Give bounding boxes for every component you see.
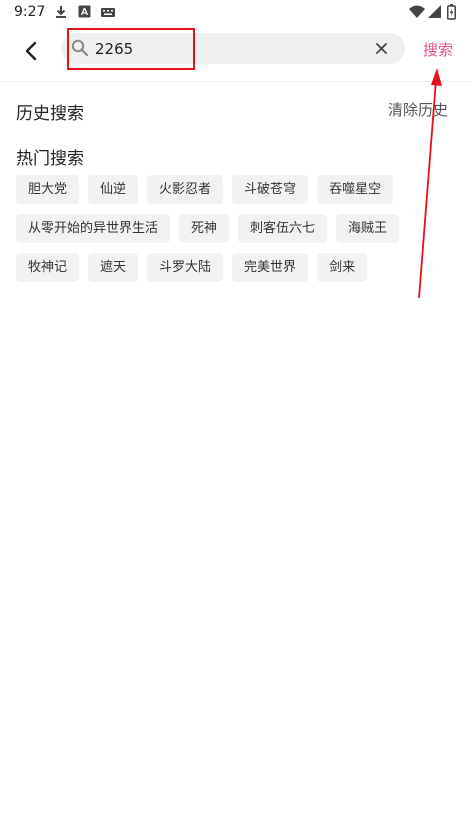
back-button[interactable] [16,36,46,66]
battery-icon [447,4,456,20]
search-button[interactable]: 搜索 [423,39,453,60]
history-title: 历史搜索 [16,104,84,124]
hot-tag[interactable]: 从零开始的异世界生活 [16,214,171,243]
hot-tag[interactable]: 火影忍者 [147,175,224,204]
hot-tag[interactable]: 刺客伍六七 [238,214,328,243]
hot-search-tags: 胆大党 仙逆 火影忍者 斗破苍穹 吞噬星空 从零开始的异世界生活 死神 刺客伍六… [16,175,456,292]
hot-tag[interactable]: 完美世界 [232,253,309,282]
annotation-arrow-icon [418,68,442,299]
hot-tag[interactable]: 吞噬星空 [317,175,394,204]
status-bar: 9:27 [0,0,472,26]
hot-tag[interactable]: 仙逆 [88,175,139,204]
hot-tag[interactable]: 死神 [179,214,230,243]
hot-tag[interactable]: 剑来 [317,253,368,282]
clear-history-button[interactable]: 清除历史 [388,99,448,120]
keyboard-icon [101,8,115,17]
clear-input-icon[interactable] [374,41,389,56]
store-icon [78,5,91,18]
download-icon [56,6,66,18]
hot-tag[interactable]: 牧神记 [16,253,80,282]
back-arrow-icon [25,41,37,61]
tag-row: 胆大党 仙逆 火影忍者 斗破苍穹 吞噬星空 [16,175,456,204]
hot-tag[interactable]: 遮天 [88,253,139,282]
wifi-icon [409,5,425,18]
tag-row: 从零开始的异世界生活 死神 刺客伍六七 海贼王 [16,214,456,243]
hot-tag[interactable]: 斗罗大陆 [147,253,224,282]
status-time: 9:27 [14,4,46,20]
hot-tag[interactable]: 海贼王 [336,214,400,243]
hot-search-title: 热门搜索 [16,149,84,169]
hot-tag[interactable]: 胆大党 [16,175,80,204]
hot-tag[interactable]: 斗破苍穹 [232,175,309,204]
search-input-highlight [67,28,195,70]
tag-row: 牧神记 遮天 斗罗大陆 完美世界 剑来 [16,253,456,282]
history-section: 历史搜索 清除历史 [16,97,456,124]
signal-icon [428,5,441,18]
